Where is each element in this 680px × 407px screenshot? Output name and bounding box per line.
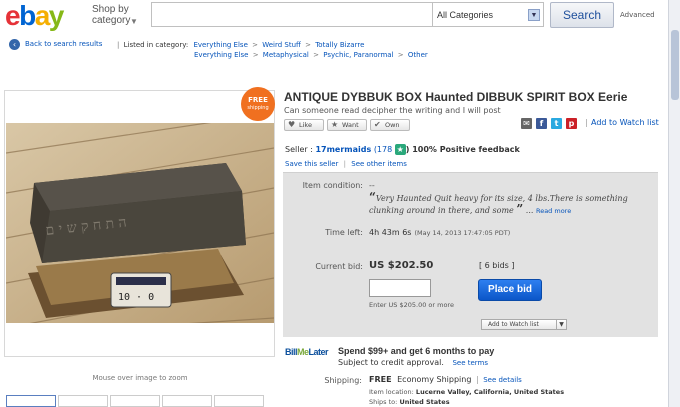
- seller-label: Seller :: [285, 145, 313, 154]
- star-icon: ★: [331, 120, 339, 129]
- feedback-star-icon: ★: [394, 144, 406, 155]
- thumbnail[interactable]: [6, 395, 56, 407]
- ebay-logo[interactable]: ebay: [5, 2, 64, 30]
- bid-details-panel: Item condition: -- “Very Haunted Quit he…: [283, 172, 658, 337]
- time-left-label: Time left:: [325, 228, 363, 237]
- own-button[interactable]: ✔ Own: [370, 119, 410, 131]
- seller-name-link[interactable]: 17mermaids: [315, 145, 371, 154]
- breadcrumb-item[interactable]: Totally Bizarre: [315, 41, 364, 49]
- breadcrumb-item[interactable]: Everything Else: [193, 41, 247, 49]
- breadcrumb-item[interactable]: Psychic, Paranormal: [323, 51, 393, 59]
- item-subtitle: Can someone read decipher the writing an…: [284, 106, 501, 115]
- divider: |: [585, 118, 588, 127]
- back-to-results-link[interactable]: Back to search results: [25, 40, 102, 48]
- zoom-hint: Mouse over image to zoom: [92, 374, 188, 382]
- search-input[interactable]: [151, 2, 433, 27]
- ships-to: Ships to: United States: [369, 398, 450, 406]
- item-location: Item location: Lucerne Valley, Californi…: [369, 388, 565, 396]
- scrollbar[interactable]: [668, 0, 680, 407]
- category-select[interactable]: All Categories ▼: [432, 2, 544, 27]
- see-terms-link[interactable]: See terms: [452, 359, 488, 367]
- financing-offer: Spend $99+ and get 6 months to pay: [338, 346, 495, 356]
- item-photo[interactable]: 10 · 0 ה ת ח ק ש י ם: [6, 123, 274, 323]
- add-to-watch-list-button[interactable]: Add to Watch list ▼: [481, 319, 567, 330]
- facebook-icon[interactable]: f: [536, 118, 547, 129]
- current-bid-value: US $202.50: [369, 260, 434, 271]
- see-other-items-link[interactable]: See other items: [351, 160, 407, 168]
- breadcrumb: | Listed in category: Everything Else > …: [117, 41, 428, 59]
- chevron-down-icon[interactable]: ▼: [556, 320, 566, 329]
- thumbnail[interactable]: [214, 395, 264, 407]
- breadcrumb-item[interactable]: Other: [408, 51, 428, 59]
- thumbnail[interactable]: [162, 395, 212, 407]
- dybbuk-box-photo: 10 · 0 ה ת ח ק ש י ם: [6, 123, 274, 323]
- free-shipping-badge: FREE shipping: [241, 87, 275, 121]
- seller-links: Save this seller | See other items: [285, 160, 407, 168]
- email-icon[interactable]: ✉: [521, 118, 532, 129]
- condition-description: “Very Haunted Quit heavy for its size, 4…: [369, 190, 628, 216]
- feedback-score[interactable]: (178: [374, 145, 392, 154]
- pinterest-icon[interactable]: p: [566, 118, 577, 129]
- heart-icon: ♥: [288, 120, 296, 129]
- bill-me-later-logo: BillMeLater: [285, 347, 329, 357]
- svg-text:10 · 0: 10 · 0: [118, 292, 154, 303]
- image-panel: 10 · 0 ה ת ח ק ש י ם: [4, 90, 275, 357]
- breadcrumb-item[interactable]: Metaphysical: [263, 51, 309, 59]
- bid-count-link[interactable]: [ 6 bids ]: [479, 261, 515, 270]
- read-more-link[interactable]: Read more: [536, 207, 571, 215]
- item-title: ANTIQUE DYBBUK BOX Haunted DIBBUK SPIRIT…: [284, 90, 628, 104]
- shop-by-label: Shop by: [92, 4, 129, 15]
- scroll-thumb[interactable]: [671, 30, 679, 100]
- credit-approval-note: Subject to credit approval. See terms: [338, 358, 489, 367]
- listed-in-label: Listed in category:: [123, 41, 189, 49]
- save-seller-link[interactable]: Save this seller: [285, 160, 338, 168]
- breadcrumb-item[interactable]: Everything Else: [194, 51, 248, 59]
- search-button[interactable]: Search: [550, 2, 614, 28]
- current-bid-label: Current bid:: [315, 262, 363, 271]
- end-date: (May 14, 2013 17:47:05 PDT): [414, 229, 511, 237]
- dropdown-arrow-icon: ▼: [528, 9, 540, 21]
- condition-label: Item condition:: [302, 181, 363, 190]
- shipping-details-link[interactable]: See details: [483, 376, 522, 384]
- place-bid-button[interactable]: Place bid: [478, 279, 542, 301]
- minimum-bid-note: Enter US $205.00 or more: [369, 301, 454, 309]
- back-arrow-icon[interactable]: ‹: [9, 39, 20, 50]
- bid-amount-input[interactable]: [369, 279, 431, 297]
- shop-by-category-button[interactable]: Shop by category ▼: [92, 4, 138, 26]
- twitter-icon[interactable]: t: [551, 118, 562, 129]
- chevron-down-icon: ▼: [130, 17, 138, 26]
- positive-feedback: ) 100% Positive feedback: [405, 145, 520, 154]
- seller-info: Seller : 17mermaids (178 ★) 100% Positiv…: [285, 144, 520, 155]
- header: ebay Shop by category ▼ All Categories ▼…: [0, 0, 680, 34]
- check-icon: ✔: [374, 120, 381, 129]
- time-left-value: 4h 43m 6s (May 14, 2013 17:47:05 PDT): [369, 228, 511, 237]
- thumbnail[interactable]: [58, 395, 108, 407]
- category-select-value: All Categories: [437, 10, 494, 20]
- like-button[interactable]: ♥ Like: [284, 119, 324, 131]
- breadcrumb-item[interactable]: Weird Stuff: [262, 41, 301, 49]
- shipping-label: Shipping:: [324, 376, 362, 385]
- thumbnail[interactable]: [110, 395, 160, 407]
- advanced-search-link[interactable]: Advanced: [620, 11, 655, 19]
- shipping-value: FREE Economy Shipping | See details: [369, 375, 522, 384]
- want-button[interactable]: ★ Want: [327, 119, 367, 131]
- category-label: category: [92, 15, 131, 26]
- add-to-watch-list-link[interactable]: Add to Watch list: [591, 118, 659, 127]
- condition-value: --: [369, 181, 375, 190]
